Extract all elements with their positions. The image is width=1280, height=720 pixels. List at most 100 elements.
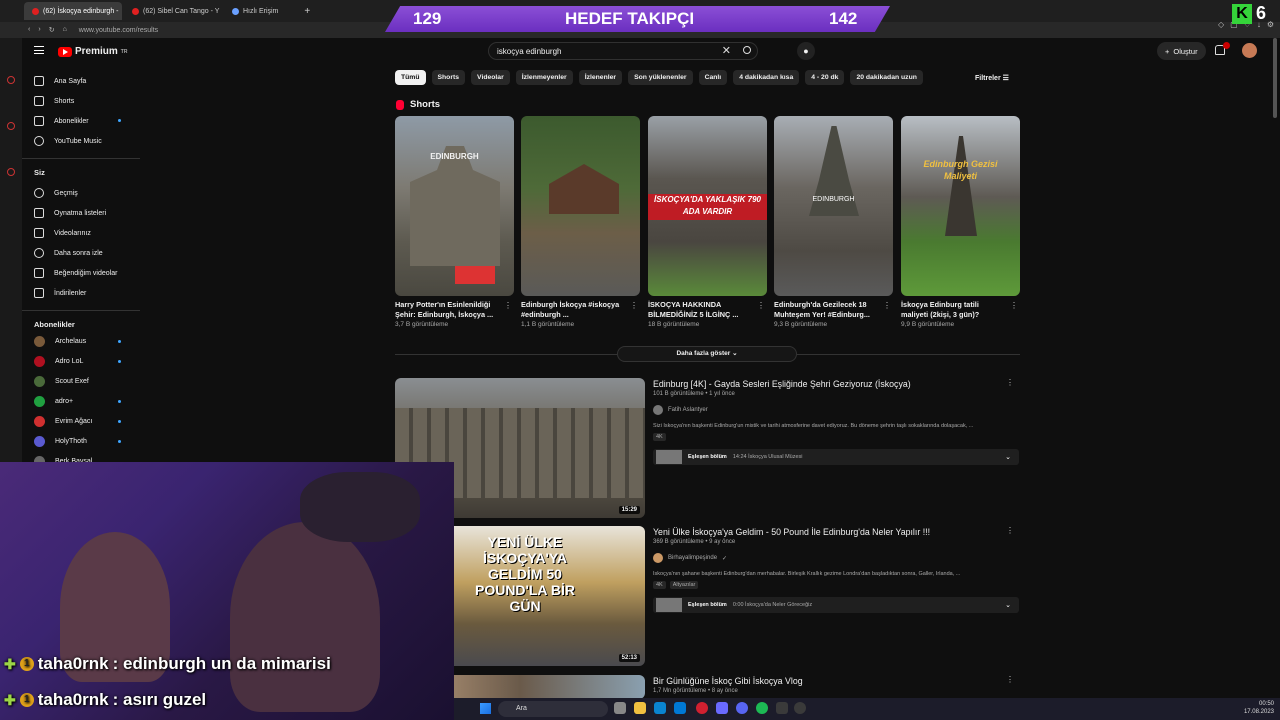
obs-icon[interactable] [794,702,806,714]
sidebar-sub-item[interactable]: Evrim Ağacı [34,416,92,427]
more-options-icon[interactable]: ⋮ [757,301,765,310]
system-clock[interactable]: 00:50 17.08.2023 [1244,700,1274,716]
sidebar-item-downloads[interactable]: İndirilenler [34,288,86,298]
more-options-icon[interactable]: ⋮ [1010,301,1018,310]
sidebar-sub-item[interactable]: adro+ [34,396,73,407]
chip[interactable]: 4 dakikadan kısa [733,70,800,85]
browser-tab[interactable]: Hızlı Erişim [224,2,286,20]
create-button[interactable]: + Oluştur [1157,42,1206,60]
search-input[interactable]: iskoçya edinburgh ✕ [488,42,758,60]
search-icon[interactable] [743,46,751,54]
channel-row[interactable]: Fatih Aslantyer [653,405,1013,415]
discord-icon[interactable] [736,702,748,714]
chevron-down-icon[interactable]: ⌄ [1005,601,1011,609]
sidebar-item-playlists[interactable]: Oynatma listeleri [34,208,106,218]
sidebar-sub-item[interactable]: Scout Exef [34,376,89,387]
sidebar-item-your-videos[interactable]: Videolarınız [34,228,91,238]
video-title[interactable]: Yeni Ülke İskoçya'ya Geldim - 50 Pound İ… [653,526,1013,538]
short-title[interactable]: İSKOÇYA HAKKINDA BİLMEDİĞİNİZ 5 İLGİNÇ .… [648,300,753,320]
more-options-icon[interactable]: ⋮ [1006,675,1014,684]
sidebar-item-liked-videos[interactable]: Beğendiğim videolar [34,268,117,278]
short-title[interactable]: Edinburgh İskoçya #iskoçya #edinburgh ..… [521,300,626,320]
clear-search-icon[interactable]: ✕ [722,44,731,57]
browser-tab[interactable]: (62) İskoçya edinburgh - [24,2,122,20]
settings-icon[interactable]: ⚙ [1267,20,1274,29]
reload-icon[interactable]: ↻ [49,26,55,34]
edge-icon[interactable] [674,702,686,714]
new-tab-button[interactable]: + [304,6,310,17]
url-text[interactable]: www.youtube.com/results [79,27,158,34]
taskbar-app-icon[interactable] [716,702,728,714]
windows-start-icon[interactable] [480,703,491,714]
sidebar-app-icon[interactable] [7,122,15,130]
sidebar-app-icon[interactable] [7,168,15,176]
video-title[interactable]: Bir Günlüğüne İskoç Gibi İskoçya Vlog [653,675,1013,687]
channel-row[interactable]: Birhayalimpeşinde ✓ [653,553,1013,563]
youtube-logo[interactable]: Premium TR [58,46,127,57]
short-title[interactable]: İskoçya Edinburg tatili maliyeti (2kişi,… [901,300,1006,320]
chevron-down-icon[interactable]: ⌄ [1005,453,1011,461]
opera-icon[interactable] [696,702,708,714]
short-card[interactable]: İSKOÇYA'DA YAKLAŞIK 790 ADA VARDIR İSKOÇ… [648,116,767,328]
sidebar-sub-item[interactable]: Adro LoL [34,356,83,367]
short-card[interactable]: Edinburgh İskoçya #iskoçya #edinburgh ..… [521,116,640,328]
back-icon[interactable]: ‹ [28,26,30,34]
sidebar-item-watch-later[interactable]: Daha sonra izle [34,248,103,258]
menu-icon[interactable] [34,46,44,54]
you-section-header[interactable]: Siz [34,168,45,177]
show-more-button[interactable]: Daha fazla göster ⌄ [617,346,797,362]
page-scrollbar[interactable] [1273,38,1277,118]
short-card[interactable]: Edinburgh Gezisi Maliyeti İskoçya Edinbu… [901,116,1020,328]
short-card[interactable]: EDINBURGH Harry Potter'ın Esinlenildiği … [395,116,514,328]
more-options-icon[interactable]: ⋮ [630,301,638,310]
store-icon[interactable] [654,702,666,714]
video-title[interactable]: Edinburg [4K] - Gayda Sesleri Eşliğinde … [653,378,1013,390]
short-thumbnail[interactable]: Edinburgh Gezisi Maliyeti [901,116,1020,296]
account-avatar[interactable] [1242,43,1257,58]
chip[interactable]: İzlenenler [578,70,623,85]
chip[interactable]: Canlı [698,70,728,85]
key-moment[interactable]: Eşleşen bölüm 14:24 İskoçya Ulusal Müzesi… [653,449,1019,465]
taskbar-app-icon[interactable] [614,702,626,714]
chip[interactable]: 20 dakikadan uzun [850,70,923,85]
more-options-icon[interactable]: ⋮ [1006,526,1014,535]
sidebar-item-home[interactable]: Ana Sayfa [34,76,86,86]
short-thumbnail[interactable]: İSKOÇYA'DA YAKLAŞIK 790 ADA VARDIR [648,116,767,296]
sidebar-item-subscriptions[interactable]: Abonelikler [34,116,89,126]
short-title[interactable]: Harry Potter'ın Esinlenildiği Şehir: Edi… [395,300,500,320]
short-thumbnail[interactable]: EDINBURGH [774,116,893,296]
chip[interactable]: Shorts [431,70,466,85]
taskbar-app-icon[interactable] [776,702,788,714]
more-options-icon[interactable]: ⋮ [504,301,512,310]
more-options-icon[interactable]: ⋮ [883,301,891,310]
chip[interactable]: 4 - 20 dk [805,70,845,85]
short-title[interactable]: Edinburgh'da Gezilecek 18 Muhteşem Yer! … [774,300,879,320]
sidebar-sub-item[interactable]: HolyThoth [34,436,87,447]
short-thumbnail[interactable] [521,116,640,296]
sidebar-item-history[interactable]: Geçmiş [34,188,78,198]
chip[interactable]: Videolar [471,70,510,85]
chip[interactable]: İzlenmeyenler [515,70,573,85]
spotify-icon[interactable] [756,702,768,714]
short-thumbnail[interactable]: EDINBURGH [395,116,514,296]
sidebar-item-shorts[interactable]: Shorts [34,96,74,106]
browser-tab[interactable]: (62) Sibel Can Tango - Y [124,2,222,20]
extension-icon[interactable]: ◇ [1218,20,1224,29]
file-explorer-icon[interactable] [634,702,646,714]
key-moment[interactable]: Eşleşen bölüm 0:00 İskoçya'da Neler Görec… [653,597,1019,613]
taskbar-search[interactable]: Ara [498,701,608,717]
short-card[interactable]: EDINBURGH Edinburgh'da Gezilecek 18 Muht… [774,116,893,328]
more-options-icon[interactable]: ⋮ [1006,378,1014,387]
chip-all[interactable]: Tümü [395,70,426,85]
sidebar-sub-item[interactable]: Archelaus [34,336,86,347]
sidebar-item-youtube-music[interactable]: YouTube Music [34,136,102,146]
microphone-icon[interactable]: ● [797,42,815,60]
forward-icon[interactable]: › [38,26,40,34]
sidebar-app-icon[interactable] [7,76,15,84]
chip[interactable]: Son yüklenenler [628,70,693,85]
video-result[interactable]: YENİ ÜLKE İSKOÇYA'YA GELDİM 50 POUND'LA … [395,526,1020,668]
filters-button[interactable]: Filtreler ☰ [975,74,1009,82]
video-result[interactable]: Bir Günlüğüne İskoç Gibi İskoçya Vlog 1,… [395,675,1020,699]
home-icon[interactable]: ⌂ [63,26,67,34]
video-result[interactable]: 15:29 Edinburg [4K] - Gayda Sesleri Eşli… [395,378,1020,520]
